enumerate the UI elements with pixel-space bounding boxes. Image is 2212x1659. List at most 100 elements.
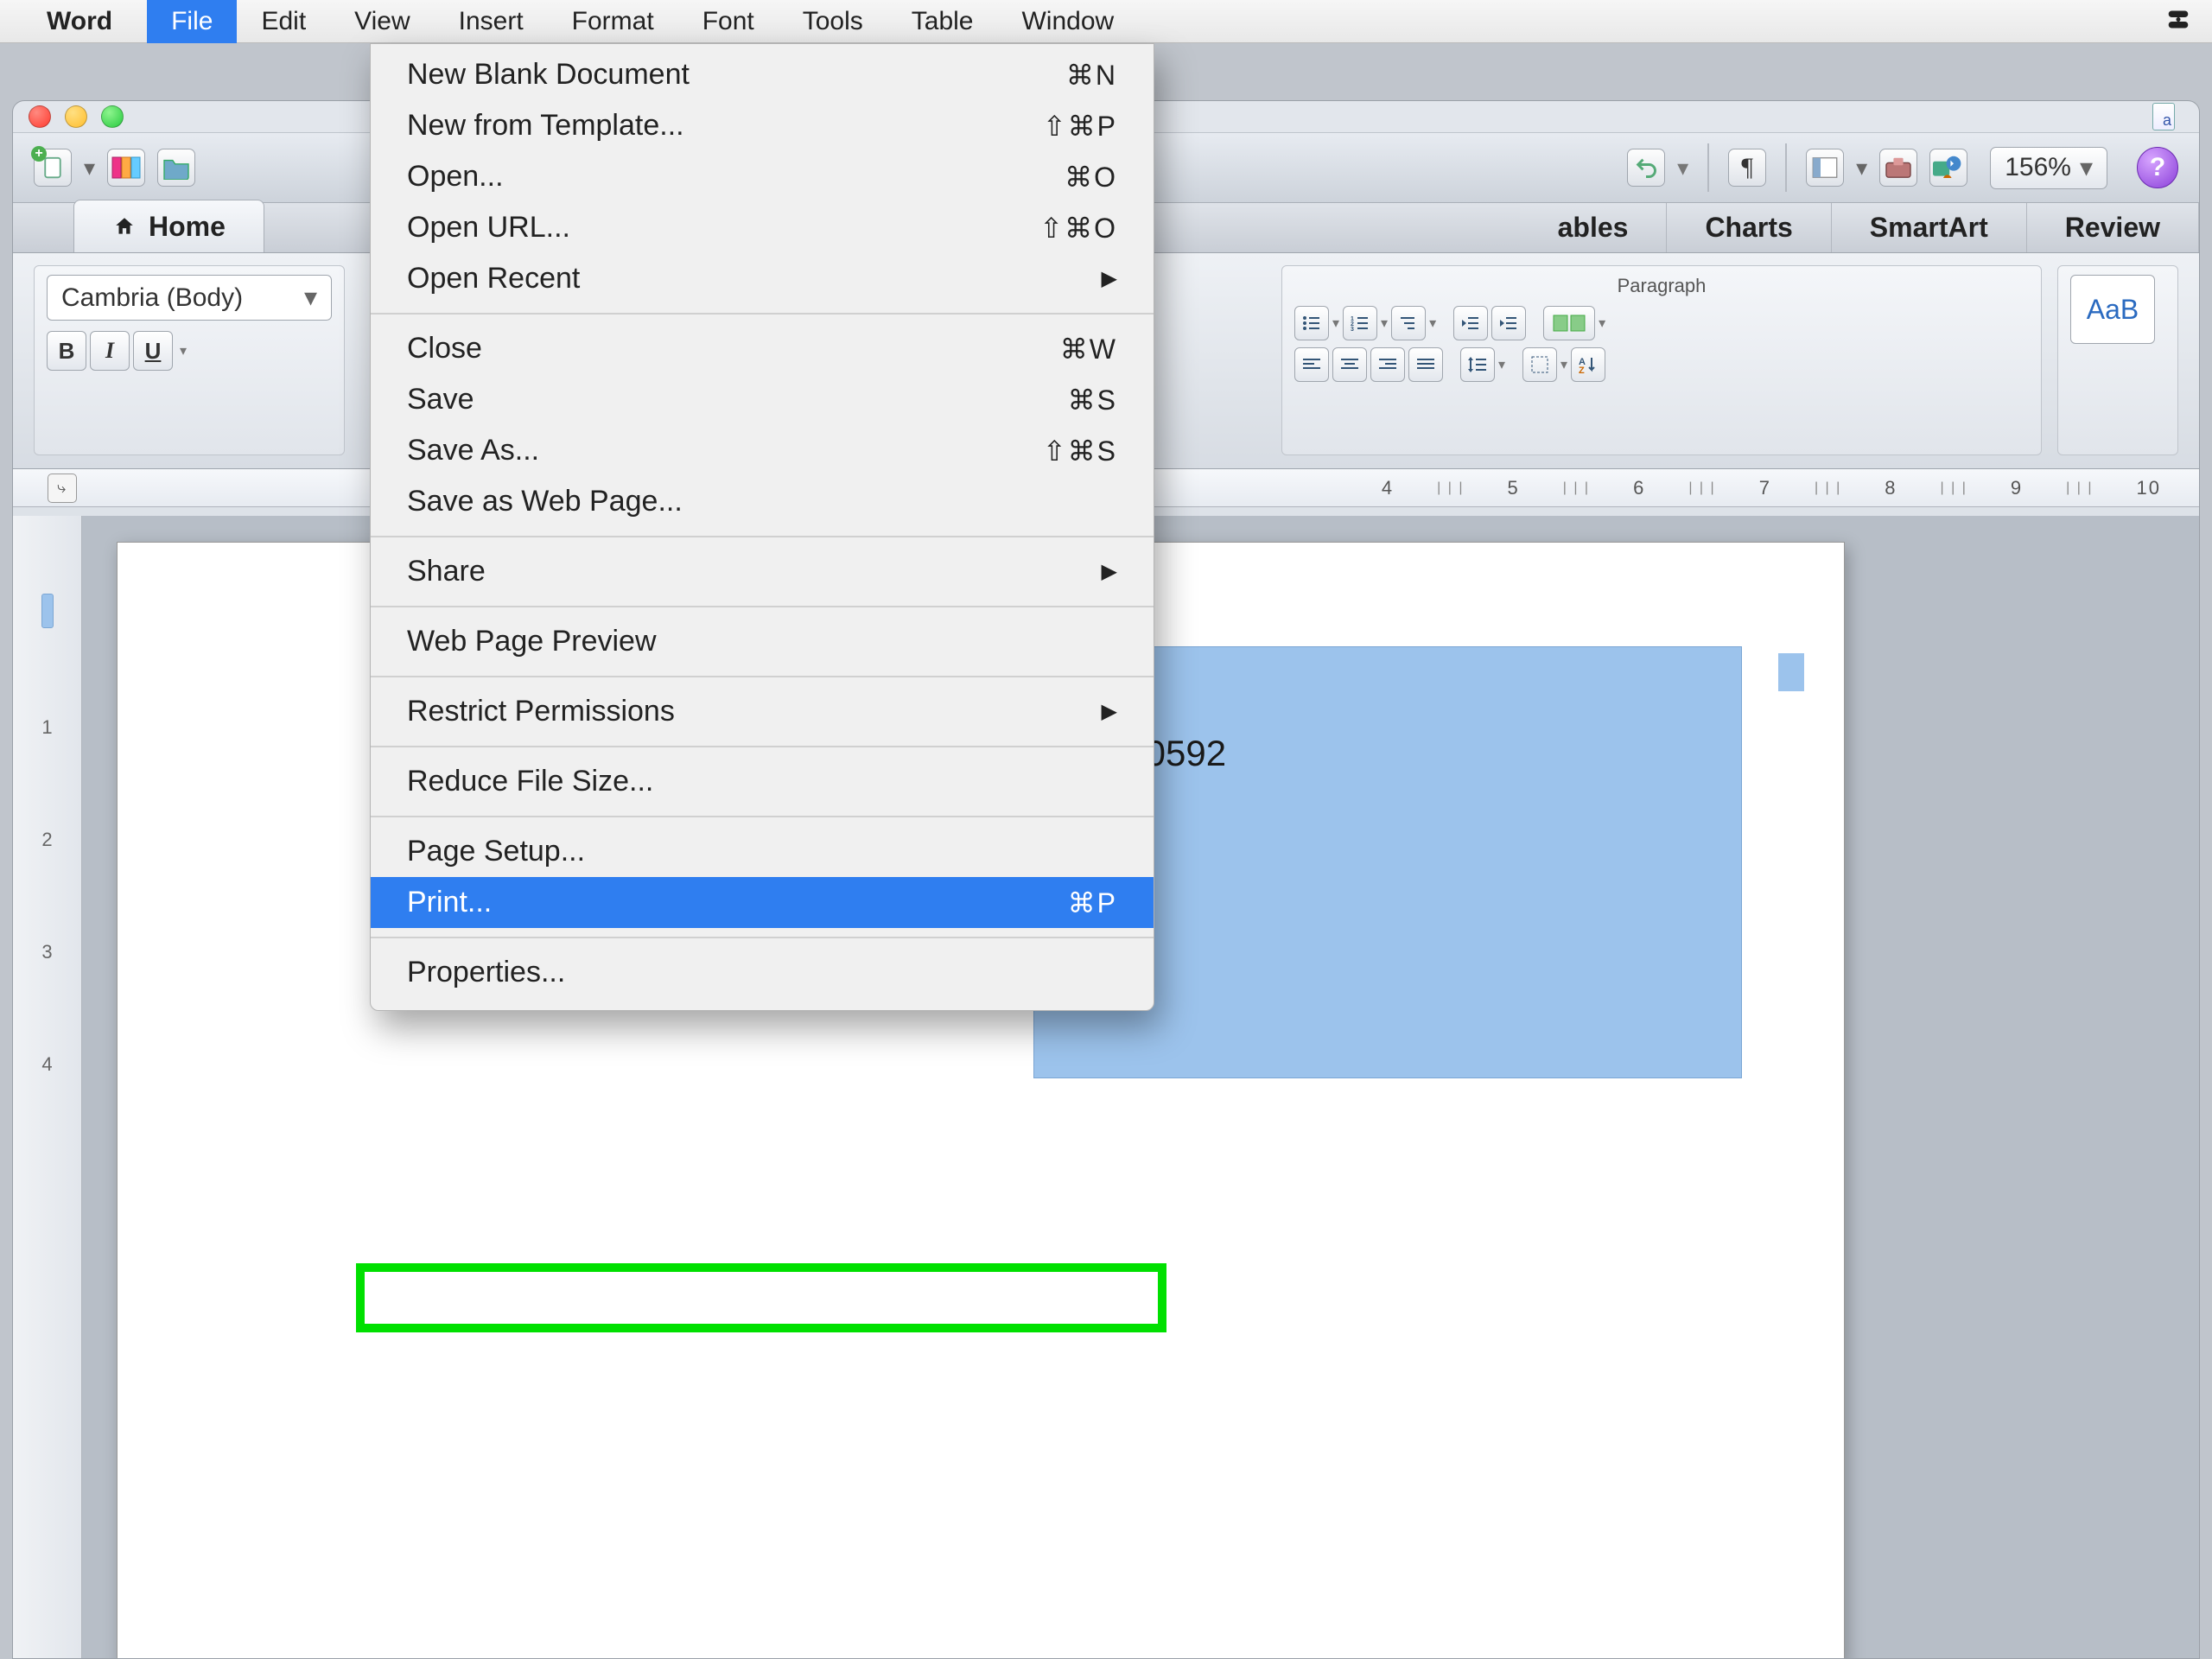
home-icon <box>112 215 137 238</box>
menu-new-template[interactable]: New from Template...⇧⌘P <box>371 100 1154 151</box>
menu-reduce-size[interactable]: Reduce File Size... <box>371 756 1154 807</box>
underline-button[interactable]: U <box>133 331 173 371</box>
text-direction-icon[interactable] <box>1543 306 1595 340</box>
menu-new-blank[interactable]: New Blank Document⌘N <box>371 49 1154 100</box>
paragraph-group-label: Paragraph <box>1294 275 2029 297</box>
open-icon[interactable] <box>157 149 195 187</box>
menu-file[interactable]: File <box>147 0 237 43</box>
close-window-button[interactable] <box>29 105 51 128</box>
menu-edit[interactable]: Edit <box>237 0 330 43</box>
svg-text:Z: Z <box>1579 365 1585 373</box>
file-menu-dropdown: New Blank Document⌘N New from Template..… <box>370 43 1154 1011</box>
increase-indent-icon[interactable] <box>1491 306 1526 340</box>
menu-format[interactable]: Format <box>548 0 678 43</box>
ruler-mark: 6 <box>1633 477 1645 499</box>
submenu-arrow-icon: ▶ <box>1102 266 1117 291</box>
style-preview[interactable]: AaB <box>2070 275 2155 344</box>
menu-web-preview[interactable]: Web Page Preview <box>371 616 1154 667</box>
traffic-lights <box>29 105 124 128</box>
zoom-selector[interactable]: 156%▾ <box>1990 147 2107 189</box>
italic-button[interactable]: I <box>90 331 130 371</box>
sidebar-icon[interactable] <box>1806 149 1844 187</box>
menu-separator <box>371 536 1154 537</box>
vertical-ruler[interactable]: 1 2 3 4 <box>13 516 82 1658</box>
media-browser-icon[interactable] <box>1929 149 1967 187</box>
font-name-selector[interactable]: Cambria (Body) ▾ <box>47 275 332 321</box>
menu-share[interactable]: Share▶ <box>371 546 1154 597</box>
tab-home[interactable]: Home <box>73 200 264 252</box>
menu-separator <box>371 313 1154 315</box>
menu-view[interactable]: View <box>330 0 434 43</box>
menu-window[interactable]: Window <box>997 0 1138 43</box>
menu-open-recent[interactable]: Open Recent▶ <box>371 253 1154 304</box>
bold-button[interactable]: B <box>47 331 86 371</box>
menu-save-web[interactable]: Save as Web Page... <box>371 476 1154 527</box>
menu-open-url[interactable]: Open URL...⇧⌘O <box>371 202 1154 253</box>
menu-properties[interactable]: Properties... <box>371 947 1154 998</box>
align-left-icon[interactable] <box>1294 347 1329 382</box>
font-name-value: Cambria (Body) <box>61 283 243 313</box>
menu-separator <box>371 937 1154 938</box>
ruler-mark: 8 <box>1885 477 1897 499</box>
borders-icon[interactable] <box>1522 347 1557 382</box>
tab-home-label: Home <box>149 211 226 243</box>
sort-icon[interactable]: AZ <box>1571 347 1605 382</box>
menu-separator <box>371 746 1154 747</box>
menu-open[interactable]: Open...⌘O <box>371 151 1154 202</box>
tab-review[interactable]: Review <box>2027 203 2199 252</box>
ruler-mark: 5 <box>1507 477 1519 499</box>
tab-smartart[interactable]: SmartArt <box>1832 203 2027 252</box>
help-icon[interactable]: ? <box>2137 147 2178 188</box>
zoom-window-button[interactable] <box>101 105 124 128</box>
menu-separator <box>371 606 1154 607</box>
multilevel-list-icon[interactable] <box>1391 306 1426 340</box>
menu-save[interactable]: Save⌘S <box>371 374 1154 425</box>
line-spacing-icon[interactable] <box>1460 347 1495 382</box>
ruler-mark: 7 <box>1759 477 1771 499</box>
open-from-template-icon[interactable] <box>107 149 145 187</box>
ruler-mark: 3 <box>41 941 52 963</box>
ruler-indent-marker[interactable] <box>41 594 54 628</box>
align-center-icon[interactable] <box>1332 347 1367 382</box>
ruler-mark: 4 <box>1382 477 1394 499</box>
script-menu-icon[interactable] <box>2165 7 2191 36</box>
decrease-indent-icon[interactable] <box>1453 306 1488 340</box>
menu-table[interactable]: Table <box>887 0 998 43</box>
tab-charts[interactable]: Charts <box>1667 203 1831 252</box>
menu-restrict-permissions[interactable]: Restrict Permissions▶ <box>371 686 1154 737</box>
menu-close[interactable]: Close⌘W <box>371 323 1154 374</box>
new-document-icon[interactable]: + <box>34 149 72 187</box>
show-formatting-icon[interactable]: ¶ <box>1728 149 1766 187</box>
ruler-mark: 10 <box>2137 477 2161 499</box>
svg-text:3: 3 <box>1351 327 1354 331</box>
mac-menubar: Word File Edit View Insert Format Font T… <box>0 0 2212 43</box>
tab-tables[interactable]: ables <box>1520 203 1668 252</box>
align-right-icon[interactable] <box>1370 347 1405 382</box>
font-group: Cambria (Body) ▾ B I U ▾ <box>34 265 345 455</box>
ruler-mark: 2 <box>41 829 52 851</box>
paragraph-group: Paragraph ▾ 123▾ ▾ ▾ ▾ ▾ AZ <box>1281 265 2042 455</box>
justify-icon[interactable] <box>1408 347 1443 382</box>
document-proxy-icon[interactable] <box>2152 103 2175 130</box>
menu-print[interactable]: Print...⌘P <box>371 877 1154 928</box>
tab-stop-selector[interactable]: ⤷ <box>48 474 77 503</box>
selection-cursor <box>1778 653 1804 691</box>
undo-icon[interactable] <box>1627 149 1665 187</box>
menu-page-setup[interactable]: Page Setup... <box>371 826 1154 877</box>
toolbar-separator <box>1707 143 1709 192</box>
toolbar-separator <box>1785 143 1787 192</box>
zoom-value: 156% <box>2005 153 2071 182</box>
toolbox-icon[interactable] <box>1879 149 1917 187</box>
bullets-icon[interactable] <box>1294 306 1329 340</box>
menu-insert[interactable]: Insert <box>435 0 548 43</box>
menu-font[interactable]: Font <box>678 0 779 43</box>
numbering-icon[interactable]: 123 <box>1343 306 1377 340</box>
minimize-window-button[interactable] <box>65 105 87 128</box>
app-name[interactable]: Word <box>47 7 112 36</box>
menu-save-as[interactable]: Save As...⇧⌘S <box>371 425 1154 476</box>
styles-group: AaB <box>2057 265 2178 455</box>
submenu-arrow-icon: ▶ <box>1102 559 1117 584</box>
menu-separator <box>371 676 1154 677</box>
menu-tools[interactable]: Tools <box>779 0 887 43</box>
ruler-mark: 9 <box>2011 477 2023 499</box>
